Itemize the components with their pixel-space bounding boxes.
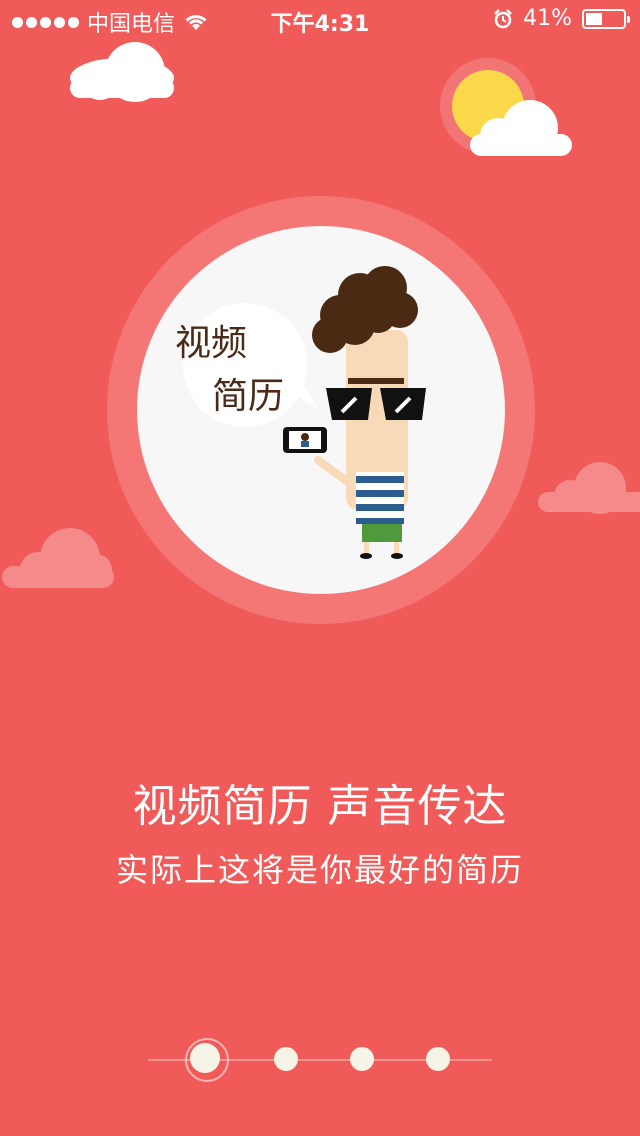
alarm-icon <box>494 8 512 28</box>
status-bar-right: 41% <box>493 6 630 31</box>
cloud-top-left <box>70 42 174 102</box>
phone-icon <box>283 427 327 453</box>
speech-bubble-line2: 简历 <box>212 376 284 417</box>
speech-bubble-line1: 视频 <box>175 323 247 364</box>
pager-dot-1[interactable] <box>190 1043 220 1073</box>
page-subtitle: 实际上这将是你最好的简历 <box>115 851 524 889</box>
battery-percent: 41% <box>523 6 572 31</box>
page-title: 视频简历 声音传达 <box>132 781 508 832</box>
battery-icon <box>582 8 630 29</box>
pager-dot-2[interactable] <box>274 1047 298 1071</box>
hero-illustration: 视频 简历 <box>2 42 640 624</box>
pager-dot-4[interactable] <box>426 1047 450 1071</box>
cloud-left <box>2 528 114 588</box>
circle-inner <box>137 226 505 594</box>
cloud-right <box>538 462 640 514</box>
pager-dot-3[interactable] <box>350 1047 374 1071</box>
